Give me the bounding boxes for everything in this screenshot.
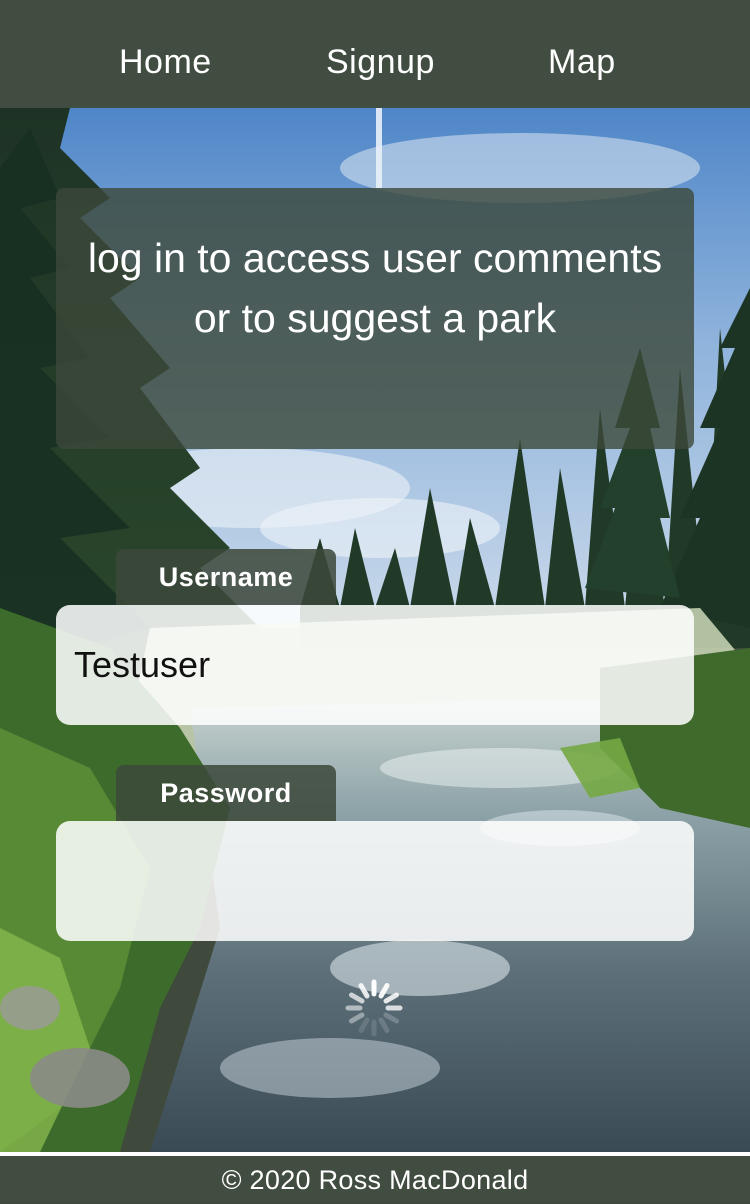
login-message-text: log in to access user comments or to sug… [87,235,663,341]
nav-link-home[interactable]: Home [119,38,212,86]
top-nav-bar: Home Signup Map [0,0,750,108]
password-input[interactable] [56,821,694,941]
footer: © 2020 Ross MacDonald [0,1152,750,1202]
loading-spinner-icon [342,976,406,1040]
nav-link-signup[interactable]: Signup [326,38,435,86]
nav-link-map[interactable]: Map [548,38,616,86]
username-input[interactable] [56,605,694,725]
footer-copyright: © 2020 Ross MacDonald [221,1165,529,1195]
username-label: Username [116,549,336,605]
login-message-box: log in to access user comments or to sug… [56,188,694,449]
password-label: Password [116,765,336,821]
